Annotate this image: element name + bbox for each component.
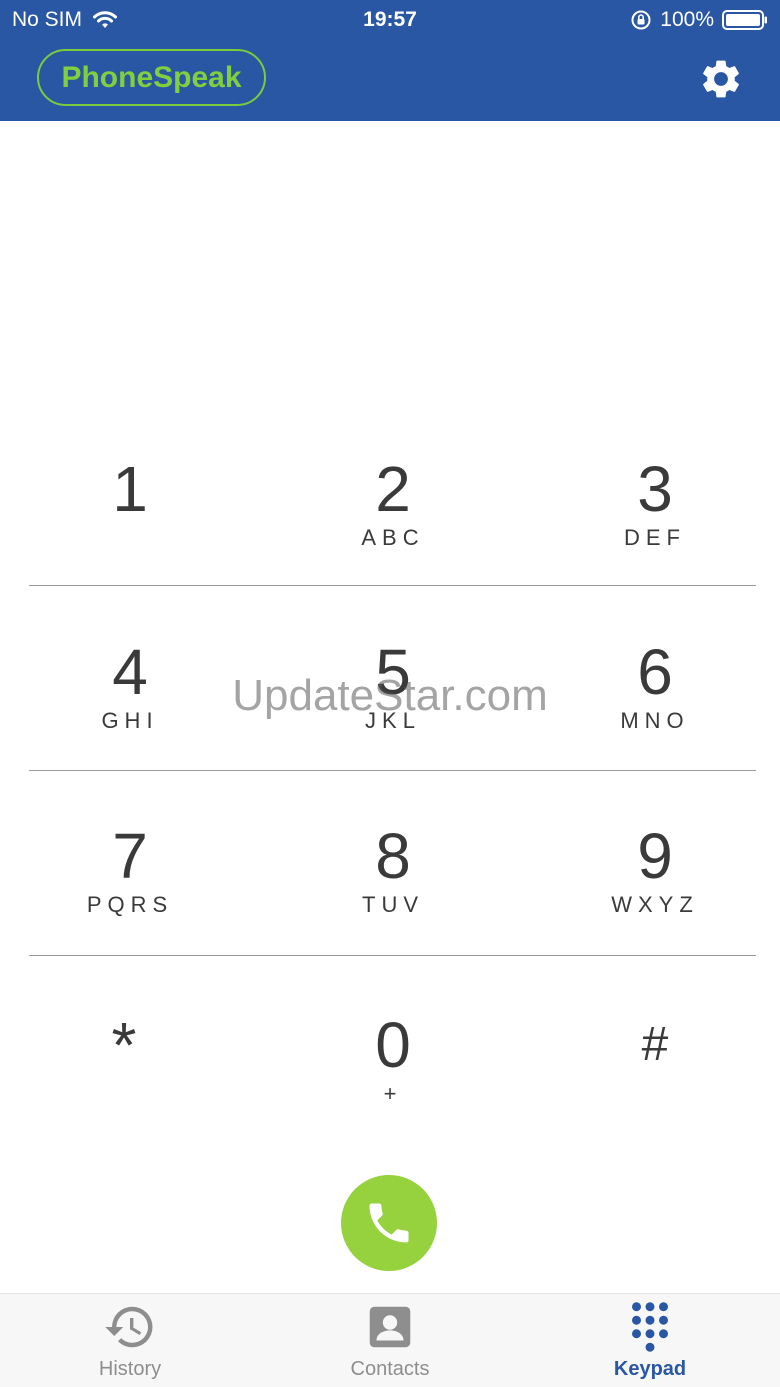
key-digit: 3 — [637, 453, 673, 525]
key-9[interactable]: 9 WXYZ — [555, 821, 755, 917]
status-bar: No SIM 19:57 100% — [0, 0, 780, 40]
key-1[interactable]: 1 — [30, 454, 230, 526]
key-letters: WXYZ — [611, 892, 699, 917]
gear-icon[interactable] — [698, 56, 744, 102]
key-2[interactable]: 2 ABC — [293, 454, 493, 550]
key-star[interactable]: * — [24, 1010, 224, 1082]
key-7[interactable]: 7 PQRS — [30, 821, 230, 917]
tab-label: Contacts — [350, 1358, 430, 1380]
phone-icon — [369, 1203, 409, 1243]
battery-icon — [722, 10, 767, 30]
key-letters: TUV — [362, 892, 424, 917]
row-divider — [29, 585, 756, 586]
status-right: 100% — [630, 8, 768, 32]
key-digit: 5 — [375, 636, 411, 708]
tab-label: History — [98, 1358, 162, 1380]
key-digit: 4 — [112, 636, 148, 708]
history-icon — [105, 1306, 153, 1348]
key-hash[interactable]: # — [555, 1010, 755, 1082]
key-3[interactable]: 3 DEF — [555, 454, 755, 550]
tab-label: Keypad — [613, 1358, 687, 1380]
key-digit: 6 — [637, 636, 673, 708]
key-letters: PQRS — [86, 892, 174, 917]
key-letters: MNO — [620, 708, 690, 733]
key-digit: * — [111, 1009, 137, 1081]
keypad-icon — [632, 1302, 668, 1352]
key-digit: 7 — [112, 820, 148, 892]
tab-history[interactable]: History — [0, 1294, 260, 1387]
key-letters: GHI — [101, 708, 159, 733]
tab-contacts[interactable]: Contacts — [260, 1294, 520, 1387]
key-5[interactable]: 5 JKL — [293, 637, 493, 733]
key-digit: # — [641, 1018, 669, 1071]
tab-keypad[interactable]: Keypad — [520, 1294, 780, 1387]
key-digit: 2 — [375, 453, 411, 525]
row-divider — [29, 770, 756, 771]
row-divider — [29, 955, 756, 956]
brand-name: PhoneSpeak — [61, 60, 242, 94]
key-letters: JKL — [365, 708, 421, 733]
key-letters: ABC — [361, 525, 425, 550]
key-8[interactable]: 8 TUV — [293, 821, 493, 917]
key-0[interactable]: 0 + — [293, 1010, 493, 1106]
brand-logo: PhoneSpeak — [37, 49, 266, 106]
key-digit: 1 — [112, 453, 148, 525]
contact-icon — [369, 1306, 411, 1348]
key-letters: + — [383, 1081, 403, 1106]
key-4[interactable]: 4 GHI — [30, 637, 230, 733]
key-6[interactable]: 6 MNO — [555, 637, 755, 733]
app-header: No SIM 19:57 100% PhoneSpeak — [0, 0, 780, 121]
call-button[interactable] — [341, 1175, 437, 1271]
key-digit: 0 — [375, 1009, 411, 1081]
key-digit: 9 — [637, 820, 673, 892]
key-letters: DEF — [624, 525, 686, 550]
tab-bar: History Contacts Keypad — [0, 1293, 780, 1387]
rotation-lock-icon — [631, 10, 651, 30]
battery-percent: 100% — [660, 8, 714, 31]
key-digit: 8 — [375, 820, 411, 892]
